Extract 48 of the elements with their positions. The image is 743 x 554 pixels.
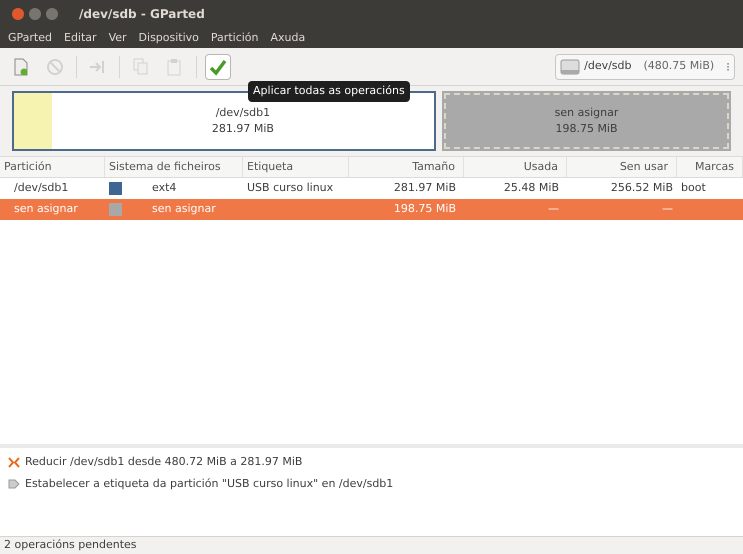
table-cell: sen asignar <box>14 202 78 216</box>
unallocated-block[interactable]: sen asignar 198.75 MiB <box>442 91 731 151</box>
table-cell: — <box>662 202 673 216</box>
partition-name: sen asignar <box>554 104 618 120</box>
menu-item[interactable]: Editar <box>64 30 97 46</box>
column-header[interactable]: Sistema de ficheiros <box>105 157 243 177</box>
operation-text: Estabelecer a etiqueta da partición "USB curso linux" en /dev/sdb1 <box>25 476 394 492</box>
minimize-button[interactable] <box>29 8 41 20</box>
column-header[interactable]: Usada <box>464 157 567 177</box>
column-header[interactable]: Sen usar <box>567 157 677 177</box>
apply-button[interactable] <box>205 54 231 80</box>
table-cell-text: ext4 <box>152 180 176 196</box>
checkmark-icon <box>209 58 227 76</box>
partition-size: 281.97 MiB <box>212 121 274 137</box>
menu-item[interactable]: GParted <box>8 30 52 46</box>
prohibited-icon <box>46 58 64 76</box>
menu-item[interactable]: Partición <box>210 30 258 46</box>
menu-item[interactable]: Ver <box>108 30 127 46</box>
maximize-button[interactable] <box>46 8 58 20</box>
column-header[interactable]: Partición <box>0 157 105 177</box>
table-cell: 25.48 MiB <box>504 181 559 194</box>
window-title: /dev/sdb - GParted <box>79 6 205 23</box>
menu-item[interactable]: Axuda <box>270 30 306 46</box>
table-row[interactable]: /dev/sdb1 ext4 USB curso linux 281.97 MiB 25.48 MiB 256.52 MiB boot <box>0 178 743 199</box>
table-cell-text: sen asignar <box>152 201 216 218</box>
paste-icon <box>167 58 183 76</box>
table-cell: — <box>548 202 559 216</box>
table-cell: 256.52 MiB <box>610 181 673 194</box>
status-text: 2 operacións pendentes <box>4 537 137 554</box>
copy-icon <box>133 58 149 76</box>
partition-name: /dev/sdb1 <box>216 104 270 120</box>
operation-text: Reducir /dev/sdb1 desde 480.72 MiB a 281.97 MiB <box>25 454 302 470</box>
new-document-icon <box>13 58 29 76</box>
resize-arrow-icon <box>89 60 107 74</box>
table-cell: USB curso linux <box>247 181 334 194</box>
close-button[interactable] <box>12 8 24 20</box>
table-cell: 281.97 MiB <box>394 181 456 194</box>
table-cell: boot <box>681 181 706 194</box>
tooltip: Aplicar todas as operacións <box>248 81 410 102</box>
column-header[interactable]: Tamaño <box>349 157 464 177</box>
column-header[interactable]: Etiqueta <box>243 157 349 177</box>
column-header[interactable]: Marcas <box>677 157 743 177</box>
tag-icon <box>8 478 20 490</box>
device-selector[interactable]: /dev/sdb (480.75 MiB) ⁝ <box>555 54 735 80</box>
table-cell: /dev/sdb1 <box>14 181 68 194</box>
table-cell: 198.75 MiB <box>394 202 456 216</box>
partition-size: 198.75 MiB <box>555 121 618 137</box>
menu-item[interactable]: Dispositivo <box>138 30 199 46</box>
